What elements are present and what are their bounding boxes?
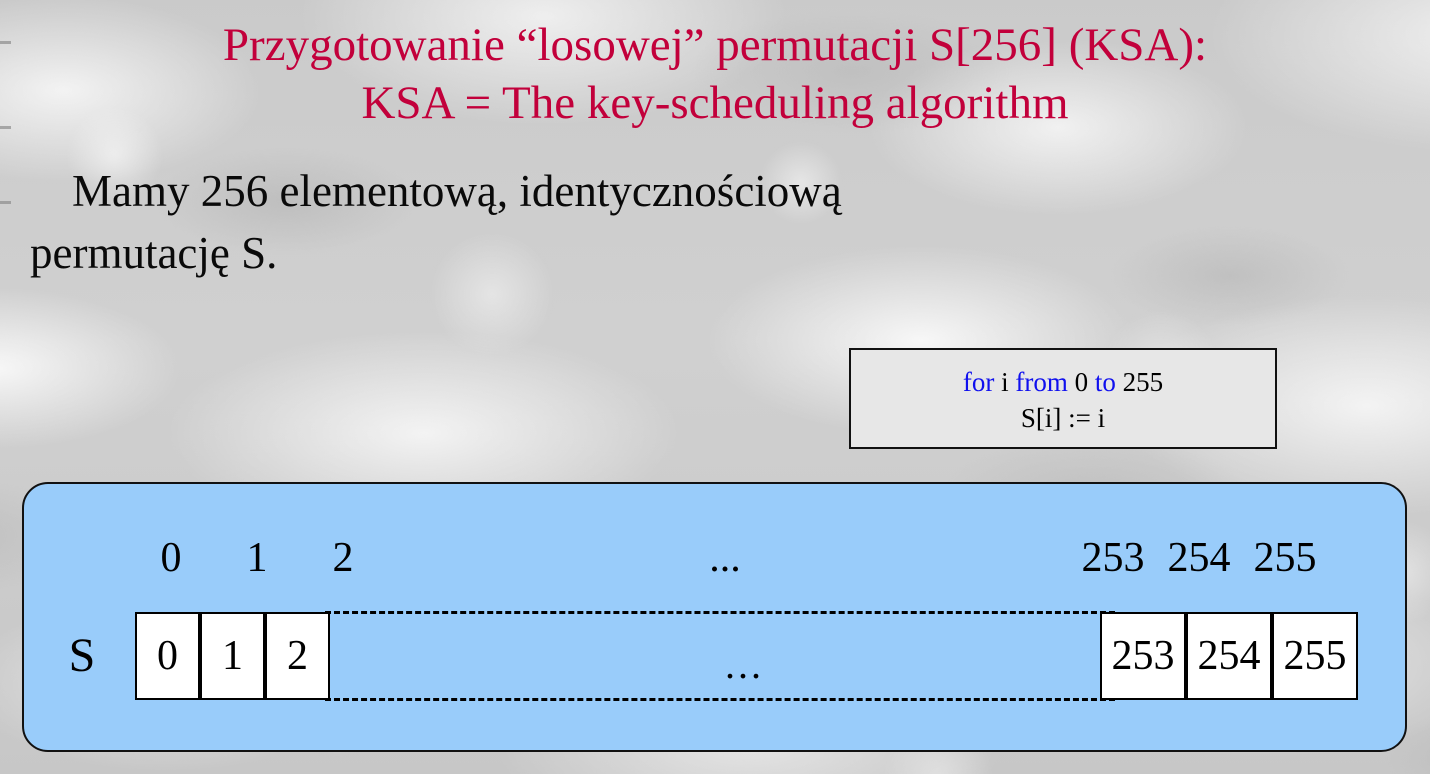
array-cell: 0 (135, 612, 200, 700)
array-dashed-line-bottom (325, 698, 1115, 701)
pseudocode-box: for i from 0 to 255 S[i] := i (849, 348, 1277, 449)
array-index-label: 253 (1081, 535, 1145, 581)
slide-title-line-1: Przygotowanie “losowej” permutacji S[256… (222, 19, 1208, 71)
pseudocode-line-2: S[i] := i (1020, 403, 1106, 433)
body-text-line-1: Mamy 256 elementową, identycznościową (72, 166, 842, 216)
keyword-to: to (1094, 367, 1116, 397)
loop-end-value: 255 (1115, 367, 1164, 397)
keyword-for: for (962, 367, 995, 397)
slide-title: Przygotowanie “losowej” permutacji S[256… (0, 16, 1430, 132)
array-name-label: S (68, 629, 96, 682)
array-dashed-line-top (325, 611, 1115, 614)
array-index-label: ... (709, 535, 741, 581)
array-index-label: 0 (160, 535, 182, 581)
slide-title-line-2: KSA = The key-scheduling algorithm (361, 77, 1069, 129)
loop-variable: i (994, 367, 1016, 397)
slide-body-text: Mamy 256 elementową, identycznościową pe… (30, 160, 1230, 284)
array-cell: 1 (200, 612, 265, 700)
edge-tick-mark (0, 201, 11, 204)
pseudocode-line-1: for i from 0 to 255 (851, 364, 1275, 400)
body-text-line-2: permutację S. (30, 228, 278, 278)
array-index-label: 2 (332, 535, 354, 581)
keyword-from: from (1015, 367, 1068, 397)
loop-start-value: 0 (1067, 367, 1095, 397)
array-index-label: 254 (1167, 535, 1231, 581)
slide-canvas: Przygotowanie “losowej” permutacji S[256… (0, 0, 1430, 774)
array-cell: 2 (265, 612, 330, 700)
array-index-label: 1 (246, 535, 268, 581)
array-cell: 253 (1100, 612, 1186, 700)
array-cells-ellipsis: ... (725, 642, 764, 687)
array-index-row: 0 1 2... 253 254 255 (24, 532, 1405, 584)
array-index-label: 255 (1253, 535, 1317, 581)
array-cell: 255 (1272, 612, 1358, 700)
array-cell: 254 (1186, 612, 1272, 700)
